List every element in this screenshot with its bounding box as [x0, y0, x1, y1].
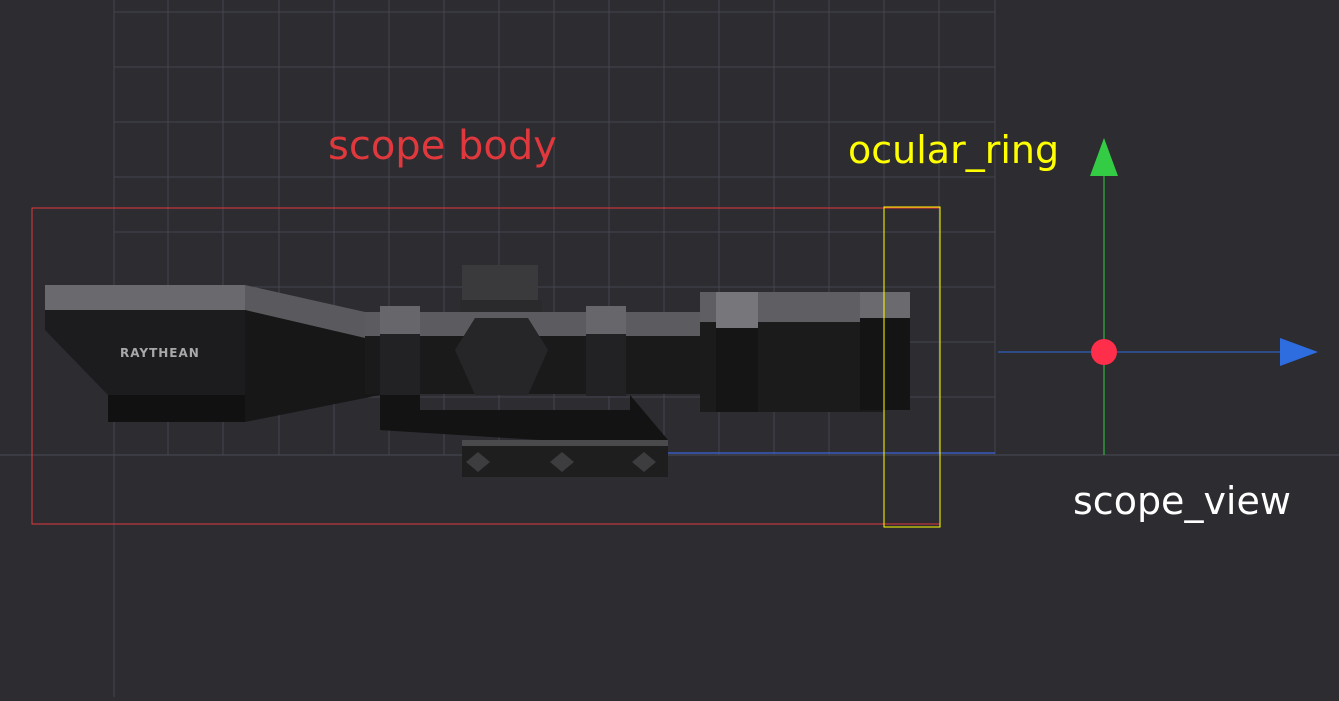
- scope-body-label: scope body: [328, 123, 557, 169]
- objective-bell-top: [45, 285, 245, 310]
- scope-view-label: scope_view: [1073, 479, 1291, 523]
- transform-gizmo[interactable]: [998, 138, 1318, 455]
- gizmo-x-arrow-icon[interactable]: [1280, 338, 1318, 366]
- objective-bell-bottom: [108, 395, 245, 422]
- 3d-viewport[interactable]: RAYTHEAN scope body ocular_ring scope_vi…: [0, 0, 1339, 697]
- turret-base: [460, 300, 542, 312]
- gizmo-origin[interactable]: [1091, 339, 1117, 365]
- ocular-end-top: [860, 292, 910, 318]
- mount-base-top: [462, 440, 668, 446]
- eyepiece-collar-top: [716, 292, 758, 328]
- viewport-canvas: [0, 0, 1339, 697]
- tube-ring-2-top: [586, 306, 626, 334]
- ocular-ring-label: ocular_ring: [848, 128, 1060, 172]
- scope-model[interactable]: [45, 265, 910, 477]
- tube-ring-1-top: [380, 306, 420, 334]
- gizmo-y-arrow-icon[interactable]: [1090, 138, 1118, 176]
- turret-cap: [462, 265, 538, 301]
- brand-logo-text: RAYTHEAN: [120, 346, 200, 360]
